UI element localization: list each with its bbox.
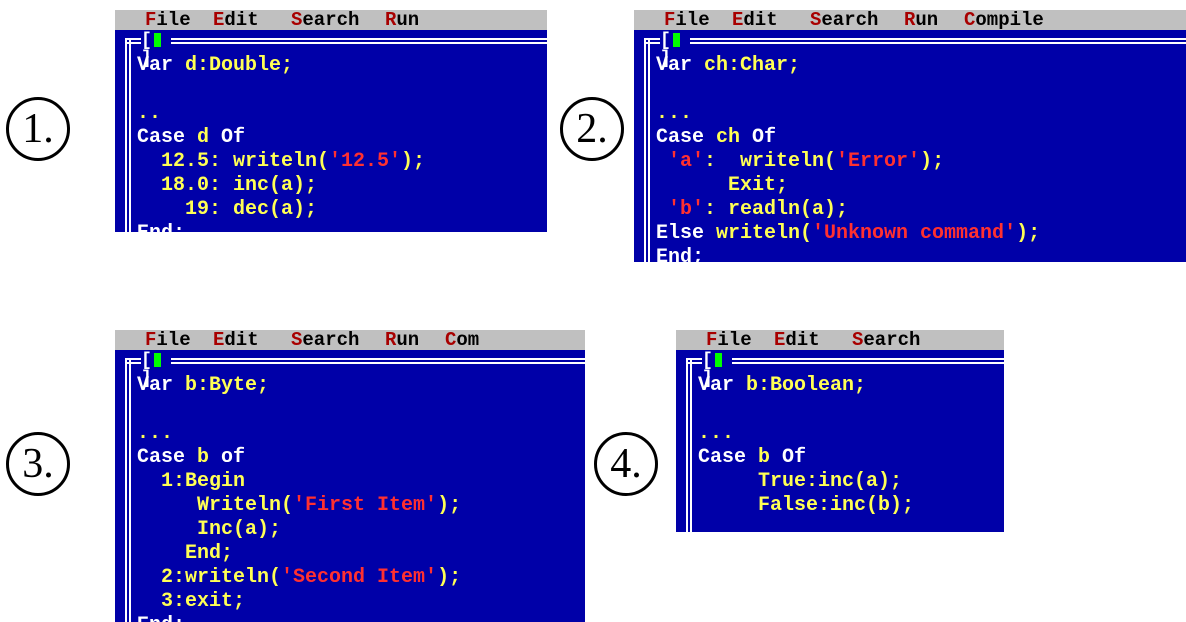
editor-window-3: File Edit Search Run Com [] Var b:Byte;... Ca… (115, 330, 585, 622)
menu-search[interactable]: Search (810, 10, 878, 30)
close-box[interactable]: [] (141, 32, 171, 68)
close-box[interactable]: [] (141, 352, 171, 388)
code-line: Else writeln('Unknown command'); (656, 222, 1041, 245)
menu-edit[interactable]: Edit (732, 10, 778, 30)
panel-number-2: 2. (560, 97, 624, 161)
code-line: 18.0: inc(a); (137, 174, 318, 197)
code-line: 12.5: writeln('12.5'); (137, 150, 426, 173)
menu-edit[interactable]: Edit (213, 10, 259, 30)
menu-compile[interactable]: Compile (964, 10, 1044, 30)
code-line: ... (137, 422, 174, 445)
code-line: Var b:Boolean; (698, 374, 867, 397)
menu-file[interactable]: File (664, 10, 710, 30)
editor-frame: [] Var b:Byte;... Case b of 1:Begin Write… (115, 350, 585, 622)
code-line: Writeln('First Item'); (137, 494, 462, 517)
panel-number-1: 1. (6, 97, 70, 161)
code-line: Case b Of (698, 446, 807, 469)
code-area[interactable]: Var ch:Char;... Case ch Of 'a': writeln('… (656, 54, 1040, 262)
menu-bar: File Edit Search (676, 330, 1004, 350)
editor-window-2: File Edit Search Run Compile [] Var ch:Char;… (634, 10, 1186, 262)
code-line: Case d Of (137, 126, 246, 149)
menu-bar: File Edit Search Run Compile (634, 10, 1186, 30)
menu-edit[interactable]: Edit (213, 330, 259, 350)
panel-number-4: 4. (594, 432, 658, 496)
menu-run[interactable]: Run (904, 10, 938, 30)
editor-window-4: File Edit Search [] Var b:Boolean;... Case … (676, 330, 1004, 532)
menu-bar: File Edit Search Run Com (115, 330, 585, 350)
code-line: 'a': writeln('Error'); (656, 150, 945, 173)
editor-frame: [] Var ch:Char;... Case ch Of 'a': writel… (634, 30, 1186, 262)
menu-com[interactable]: Com (445, 330, 479, 350)
menu-edit[interactable]: Edit (774, 330, 820, 350)
code-line: End; (137, 542, 234, 565)
code-line: 'b': readln(a); (656, 198, 849, 221)
editor-frame: [] Var d:Double;.. Case d Of 12.5: writel… (115, 30, 547, 232)
code-area[interactable]: Var b:Byte;... Case b of 1:Begin Writeln(… (137, 374, 461, 622)
menu-bar: File Edit Search Run (115, 10, 547, 30)
code-line: True:inc(a); (698, 470, 903, 493)
code-line: 3:exit; (137, 590, 246, 613)
close-box[interactable]: [] (702, 352, 732, 388)
panel-number-3: 3. (6, 432, 70, 496)
code-line: ... (698, 422, 735, 445)
code-line: Var ch:Char; (656, 54, 801, 77)
code-line: .. (137, 102, 162, 125)
code-line: End; (137, 614, 461, 622)
menu-file[interactable]: File (145, 330, 191, 350)
code-line: End; (656, 246, 705, 262)
code-area[interactable]: Var b:Boolean;... Case b Of True:inc(a); … (698, 374, 914, 532)
code-line: Case b of (137, 446, 246, 469)
code-line: 1:Begin (137, 470, 246, 493)
menu-run[interactable]: Run (385, 10, 419, 30)
menu-run[interactable]: Run (385, 330, 419, 350)
menu-search[interactable]: Search (291, 330, 359, 350)
code-line: 2:writeln('Second Item'); (137, 566, 462, 589)
code-line: Exit; (656, 174, 789, 197)
code-line: ... (656, 102, 693, 125)
code-line: Var d:Double; (137, 54, 294, 77)
menu-file[interactable]: File (706, 330, 752, 350)
close-box[interactable]: [] (660, 32, 690, 68)
code-line: Var b:Byte; (137, 374, 270, 397)
code-line: Inc(a); (137, 518, 282, 541)
code-line: Case ch Of (656, 126, 777, 149)
menu-search[interactable]: Search (852, 330, 920, 350)
code-line: False:inc(b); (698, 494, 915, 517)
editor-window-1: File Edit Search Run [] Var d:Double;.. Case… (115, 10, 547, 232)
code-area[interactable]: Var d:Double;.. Case d Of 12.5: writeln('… (137, 54, 425, 232)
code-line: 19: dec(a); (137, 198, 318, 221)
editor-frame: [] Var b:Boolean;... Case b Of True:inc(a… (676, 350, 1004, 532)
menu-search[interactable]: Search (291, 10, 359, 30)
code-line: End; (137, 222, 425, 232)
menu-file[interactable]: File (145, 10, 191, 30)
